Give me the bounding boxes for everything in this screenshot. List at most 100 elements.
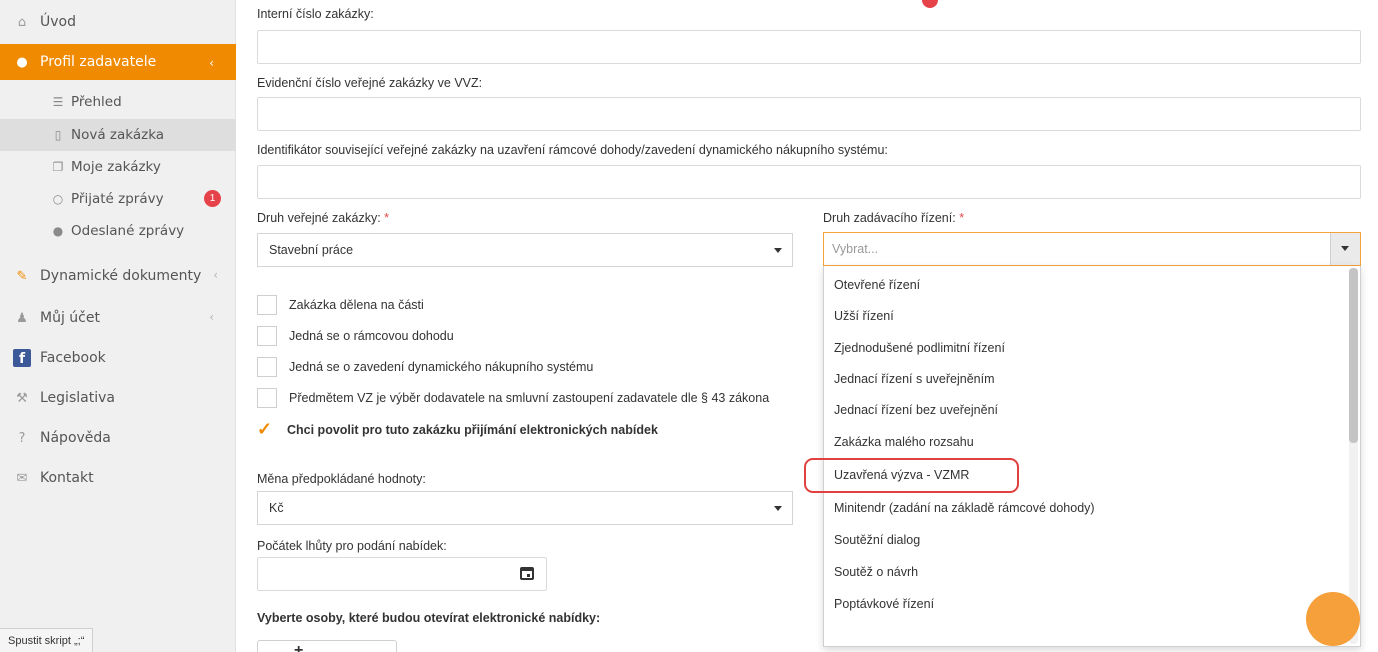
caret-down-icon xyxy=(1341,246,1349,251)
checkbox-row-dns[interactable]: Jedná se o zavedení dynamického nákupníh… xyxy=(257,357,593,377)
plus-icon: + xyxy=(294,642,304,652)
notification-dot xyxy=(922,0,938,8)
openers-label: Vyberte osoby, které budou otevírat elek… xyxy=(257,611,601,625)
sidebar-subitem-label: Přehled xyxy=(71,94,122,110)
checkbox-label: Chci povolit pro tuto zakázku přijímání … xyxy=(287,423,658,437)
gavel-icon: ⚒ xyxy=(16,390,28,406)
identifier-label: Identifikátor související veřejné zakázk… xyxy=(257,143,888,157)
mail-icon: ✉ xyxy=(16,470,28,486)
sidebar-subitem-label: Přijaté zprávy xyxy=(71,191,164,207)
checkbox[interactable] xyxy=(257,295,277,315)
sidebar-item-label: Facebook xyxy=(40,350,106,366)
identifier-input[interactable] xyxy=(257,165,1361,199)
sidebar-item-kontakt[interactable]: ✉ Kontakt xyxy=(0,458,236,498)
sidebar-item-profil-zadavatele[interactable]: ● Profil zadavatele ‹ xyxy=(0,44,236,80)
option-minitendr[interactable]: Minitendr (zadání na základě rámcové doh… xyxy=(824,492,1344,523)
option-zjednodusene-podlimitni[interactable]: Zjednodušené podlimitní řízení xyxy=(824,332,1344,363)
sidebar-item-label: Úvod xyxy=(40,14,76,30)
checkbox-row-parts[interactable]: Zakázka dělena na části xyxy=(257,295,424,315)
currency-label: Měna předpokládané hodnoty: xyxy=(257,472,426,486)
sidebar-item-label: Dynamické dokumenty xyxy=(40,268,202,284)
sidebar-subitem-prehled[interactable]: ☰ Přehled xyxy=(0,86,236,118)
checkmark-icon[interactable]: ✓ xyxy=(257,420,277,440)
chevron-left-icon: ‹ xyxy=(209,310,214,324)
deadline-start-label: Počátek lhůty pro podání nabídek: xyxy=(257,539,447,553)
contract-type-value: Stavební práce xyxy=(269,243,354,257)
procedure-type-select[interactable]: Vybrat... xyxy=(823,232,1361,266)
checkbox-label: Zakázka dělena na části xyxy=(289,298,424,312)
add-person-button[interactable]: + xyxy=(257,640,397,652)
user-icon: ♟ xyxy=(16,310,28,326)
evidence-number-label: Evidenční číslo veřejné zakázky ve VVZ: xyxy=(257,76,483,90)
file-icon: ▯ xyxy=(54,128,62,142)
contract-type-select[interactable]: Stavební práce xyxy=(257,233,793,267)
sidebar-item-label: Profil zadavatele xyxy=(40,54,157,70)
facebook-icon: f xyxy=(12,349,32,367)
sidebar-item-label: Legislativa xyxy=(40,390,115,406)
option-otevrene-rizeni[interactable]: Otevřené řízení xyxy=(824,269,1344,300)
deadline-start-input[interactable] xyxy=(257,557,547,591)
chat-outline-icon: ○ xyxy=(52,192,64,206)
checkbox[interactable] xyxy=(257,357,277,377)
status-bar: Spustit skript „;“ xyxy=(0,628,94,652)
chevron-left-icon: ‹ xyxy=(213,268,218,282)
chat-widget-button[interactable] xyxy=(1306,592,1360,646)
sidebar-subitem-moje-zakazky[interactable]: ❐ Moje zakázky xyxy=(0,151,236,183)
edit-icon: ✎ xyxy=(16,268,28,284)
sidebar-item-label: Kontakt xyxy=(40,470,94,486)
sidebar-subitem-nova-zakazka[interactable]: ▯ Nová zakázka xyxy=(0,119,236,151)
checkbox-label: Jedná se o rámcovou dohodu xyxy=(289,329,454,343)
procedure-options-list[interactable]: Otevřené řízení Užší řízení Zjednodušené… xyxy=(823,266,1361,647)
scrollbar-thumb[interactable] xyxy=(1349,268,1358,443)
option-soutez-o-navrh[interactable]: Soutěž o návrh xyxy=(824,556,1344,587)
sidebar-item-label: Můj účet xyxy=(40,310,100,326)
checkbox-row-representation[interactable]: Předmětem VZ je výběr dodavatele na smlu… xyxy=(257,388,769,408)
option-soutezni-dialog[interactable]: Soutěžní dialog xyxy=(824,524,1344,555)
sidebar-item-dynamicke-dokumenty[interactable]: ✎ Dynamické dokumenty ‹ xyxy=(0,256,236,296)
sidebar: ⌂ Úvod ● Profil zadavatele ‹ ☰ Přehled ▯… xyxy=(0,0,236,652)
unread-badge: 1 xyxy=(204,190,221,207)
option-jednaci-s-uverejnenim[interactable]: Jednací řízení s uveřejněním xyxy=(824,363,1344,394)
help-icon: ? xyxy=(18,430,26,446)
sidebar-item-facebook[interactable]: f Facebook xyxy=(0,338,236,378)
sidebar-item-napoveda[interactable]: ? Nápověda xyxy=(0,418,236,458)
checkbox-label: Jedná se o zavedení dynamického nákupníh… xyxy=(289,360,594,374)
sidebar-item-legislativa[interactable]: ⚒ Legislativa xyxy=(0,378,236,418)
chat-filled-icon: ● xyxy=(52,224,64,238)
profile-icon: ● xyxy=(16,54,28,70)
sidebar-subitem-odeslane-zpravy[interactable]: ● Odeslané zprávy xyxy=(0,215,236,247)
sidebar-item-muj-ucet[interactable]: ♟ Můj účet ‹ xyxy=(0,298,236,338)
checkbox-label: Předmětem VZ je výběr dodavatele na smlu… xyxy=(289,391,770,405)
sidebar-subitem-label: Nová zakázka xyxy=(71,127,165,143)
calendar-icon[interactable] xyxy=(520,567,534,580)
chevron-left-icon: ‹ xyxy=(209,56,214,70)
currency-select[interactable]: Kč xyxy=(257,491,793,525)
sidebar-item-uvod[interactable]: ⌂ Úvod xyxy=(0,2,236,42)
sidebar-subitem-label: Odeslané zprávy xyxy=(71,223,185,239)
dropdown-toggle-button[interactable] xyxy=(1330,233,1360,265)
option-zakazka-maleho-rozsahu[interactable]: Zakázka malého rozsahu xyxy=(824,426,1344,457)
contract-type-label: Druh veřejné zakázky: * xyxy=(257,211,390,225)
checkbox-row-electronic-bids[interactable]: ✓ Chci povolit pro tuto zakázku přijímán… xyxy=(257,420,658,440)
checkbox-row-framework[interactable]: Jedná se o rámcovou dohodu xyxy=(257,326,454,346)
sidebar-subitem-prijate-zpravy[interactable]: ○ Přijaté zprávy xyxy=(0,183,236,215)
option-poptavkove-rizeni[interactable]: Poptávkové řízení xyxy=(824,588,1344,619)
copy-icon: ❐ xyxy=(52,160,64,174)
home-icon: ⌂ xyxy=(17,14,27,30)
checkbox[interactable] xyxy=(257,326,277,346)
highlight-annotation xyxy=(804,458,1019,493)
internal-number-input[interactable] xyxy=(257,30,1361,64)
evidence-number-input[interactable] xyxy=(257,97,1361,131)
procedure-type-label: Druh zadávacího řízení: * xyxy=(823,211,965,225)
checkbox[interactable] xyxy=(257,388,277,408)
currency-value: Kč xyxy=(269,501,284,515)
internal-number-label: Interní číslo zakázky: xyxy=(257,7,374,21)
procedure-placeholder: Vybrat... xyxy=(832,242,879,256)
sidebar-subitem-label: Moje zakázky xyxy=(71,159,161,175)
option-jednaci-bez-uverejneni[interactable]: Jednací řízení bez uveřejnění xyxy=(824,394,1344,425)
list-icon: ☰ xyxy=(52,95,64,109)
caret-down-icon xyxy=(774,506,782,511)
caret-down-icon xyxy=(774,248,782,253)
option-uzsi-rizeni[interactable]: Užší řízení xyxy=(824,300,1344,331)
sidebar-item-label: Nápověda xyxy=(40,430,111,446)
